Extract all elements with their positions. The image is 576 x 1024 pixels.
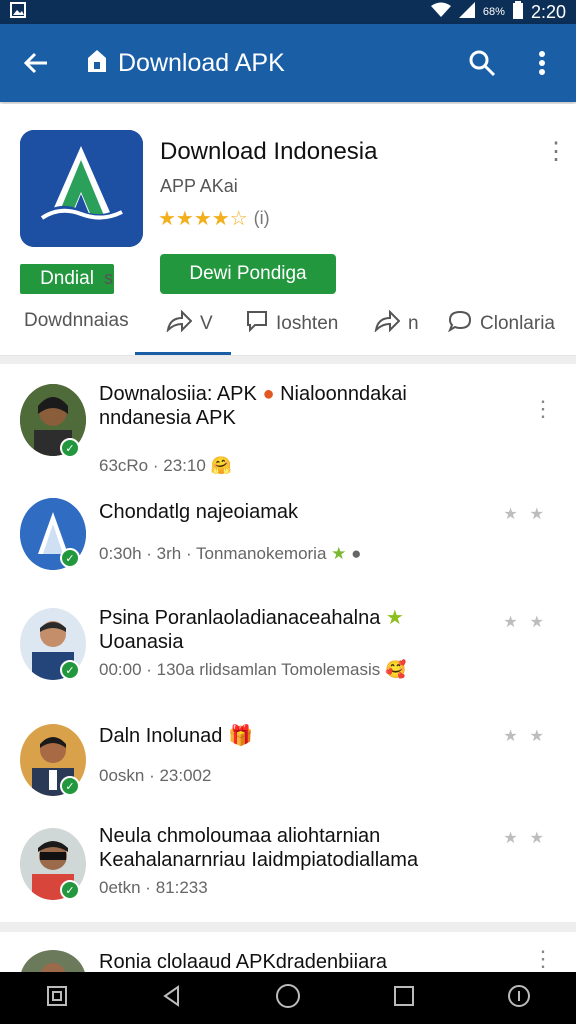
active-tab-indicator [135,352,231,355]
list-item[interactable]: Ronia clolaaud APKdradenbiiara ⋮ [0,932,576,1010]
item-title-line2: Uoanasia [99,631,184,653]
search-icon[interactable] [464,45,500,81]
chat-icon [447,310,472,338]
recent-apps-icon[interactable] [45,984,69,1013]
smile-emoji-icon: 🥰 [385,660,407,679]
download-list: ✓ Downalosiia: APK ● Nialoonndakai nndan… [0,364,576,924]
section-divider [0,356,576,364]
item-title: Daln Inolunad 🎁 [99,724,253,748]
back-nav-icon[interactable] [160,984,184,1013]
tab-comments[interactable]: Ioshten [246,310,338,338]
item-meta: 0oskn · 23:002 [99,766,212,785]
item-title-line1b: Nialoonndakai [280,383,407,405]
app-logo-icon[interactable] [20,130,143,247]
item-title-line1: Daln Inolunad [99,725,223,747]
app-tag-badge: Dndial [20,264,114,294]
item-title-line1: Neula chmoloumaa aliohtarnian [99,825,381,847]
info-icon: ● [351,544,362,563]
item-meta: 63cRo · 23:10 🤗 [99,456,232,476]
gift-emoji-icon: 🎁 [228,725,253,747]
status-bar: 68% 2:20 [0,0,576,24]
section-divider [0,922,576,932]
list-item[interactable]: ✓ Downalosiia: APK ● Nialoonndakai nndan… [0,380,576,476]
battery-percent: 68% [482,6,505,18]
rating-count-icon: (i) [253,208,270,228]
item-star-rating: ★★ [503,728,556,745]
item-title: Downalosiia: APK ● Nialoonndakai nndanes… [99,382,519,430]
overview-nav-icon[interactable] [392,984,416,1013]
tab-label: V [200,313,213,334]
system-nav-bar [0,972,576,1024]
item-title-line1: Psina Poranlaoladianaceahalna [99,607,381,629]
list-item[interactable]: ✓ Psina Poranlaoladianaceahalna ★ Uoanas… [0,604,576,714]
app-name: Download Indonesia [160,138,378,165]
tab-label: Clonlaria [480,313,555,334]
app-bar: Download APK [0,24,576,102]
item-meta-text: 00:00 · 130a rlidsamlan Tomolemasis [99,660,381,679]
verified-check-icon: ✓ [60,880,80,900]
comment-icon [246,310,268,338]
item-title-line1: Downalosiia: APK [99,383,257,405]
wifi-icon [430,2,451,23]
item-more-icon[interactable]: ⋮ [532,396,554,422]
rating-stars: ★★★★☆ [158,208,248,230]
tab-share[interactable]: V [166,309,213,338]
back-arrow-icon[interactable] [16,43,56,83]
star-badge-icon: ★ [385,607,404,629]
tab-downloads[interactable]: Dowdnnaias [24,310,129,332]
list-item[interactable]: ✓ Chondatlg najeoiamak 0:30h · 3rh · Ton… [0,492,576,588]
app-more-icon[interactable]: ⋮ [544,140,568,164]
app-header-card: Download Indonesia APP AKai ★★★★☆ (i) ⋮ … [0,104,576,356]
share-icon [166,309,193,338]
item-meta: 0etkn · 81:233 [99,878,208,897]
item-star-rating: ★★ [503,614,556,631]
item-meta: 00:00 · 130a rlidsamlan Tomolemasis 🥰 [99,660,406,680]
item-title: Chondatlg najeoiamak [99,501,299,523]
hug-emoji-icon: 🤗 [210,456,232,475]
item-meta-text: 63cRo · 23:10 [99,456,206,475]
app-tag-suffix: s [104,268,113,288]
tab-label: Dowdnnaias [24,310,129,331]
verified-check-icon: ✓ [60,776,80,796]
app-rating: ★★★★☆ (i) [158,206,270,231]
item-star-rating: ★★ [503,830,556,847]
app-developer[interactable]: APP AKai [160,176,238,197]
gallery-icon [10,1,26,23]
verified-check-icon: ✓ [60,438,80,458]
store-lock-icon [86,49,108,78]
clock: 2:20 [530,1,566,22]
tab-bar: Dowdnnaias V Ioshten n Clonlaria [0,304,576,356]
star-emoji-icon: ★ [331,544,347,563]
list-item[interactable]: ✓ Daln Inolunad 🎁 0oskn · 23:002 ★★ [0,720,576,816]
item-meta: 0:30h · 3rh · Tonmanokemoria ★ ● [99,544,361,564]
overflow-menu-icon[interactable] [524,45,560,81]
tab-forward[interactable]: n [374,309,419,338]
item-more-icon[interactable]: ⋮ [532,946,554,972]
install-button[interactable]: Dewi Pondiga [160,254,336,294]
item-title: Neula chmoloumaa aliohtarnian Keahalanar… [99,824,539,872]
fire-icon: ● [262,383,275,405]
tab-community[interactable]: Clonlaria [447,310,555,338]
item-meta-text: 0:30h · 3rh · Tonmanokemoria [99,544,327,563]
item-title: Psina Poranlaoladianaceahalna ★ Uoanasia [99,606,519,654]
item-star-rating: ★★ [503,506,556,523]
tab-label: n [408,313,419,334]
tab-label: Ioshten [276,313,339,334]
list-item[interactable]: ✓ Neula chmoloumaa aliohtarnian Keahalan… [0,824,576,920]
item-title: Ronia clolaaud APKdradenbiiara [99,951,387,973]
accessibility-icon[interactable] [507,984,531,1013]
verified-check-icon: ✓ [60,548,80,568]
verified-check-icon: ✓ [60,660,80,680]
item-title-line2: Keahalanarnriau Iaidmpiatodiallama [99,849,419,871]
battery-icon [512,0,523,24]
page-title: Download APK [118,48,285,77]
home-nav-icon[interactable] [275,983,301,1014]
item-title-line2: nndanesia APK [99,407,236,429]
signal-icon [458,1,475,23]
forward-icon [374,309,401,338]
